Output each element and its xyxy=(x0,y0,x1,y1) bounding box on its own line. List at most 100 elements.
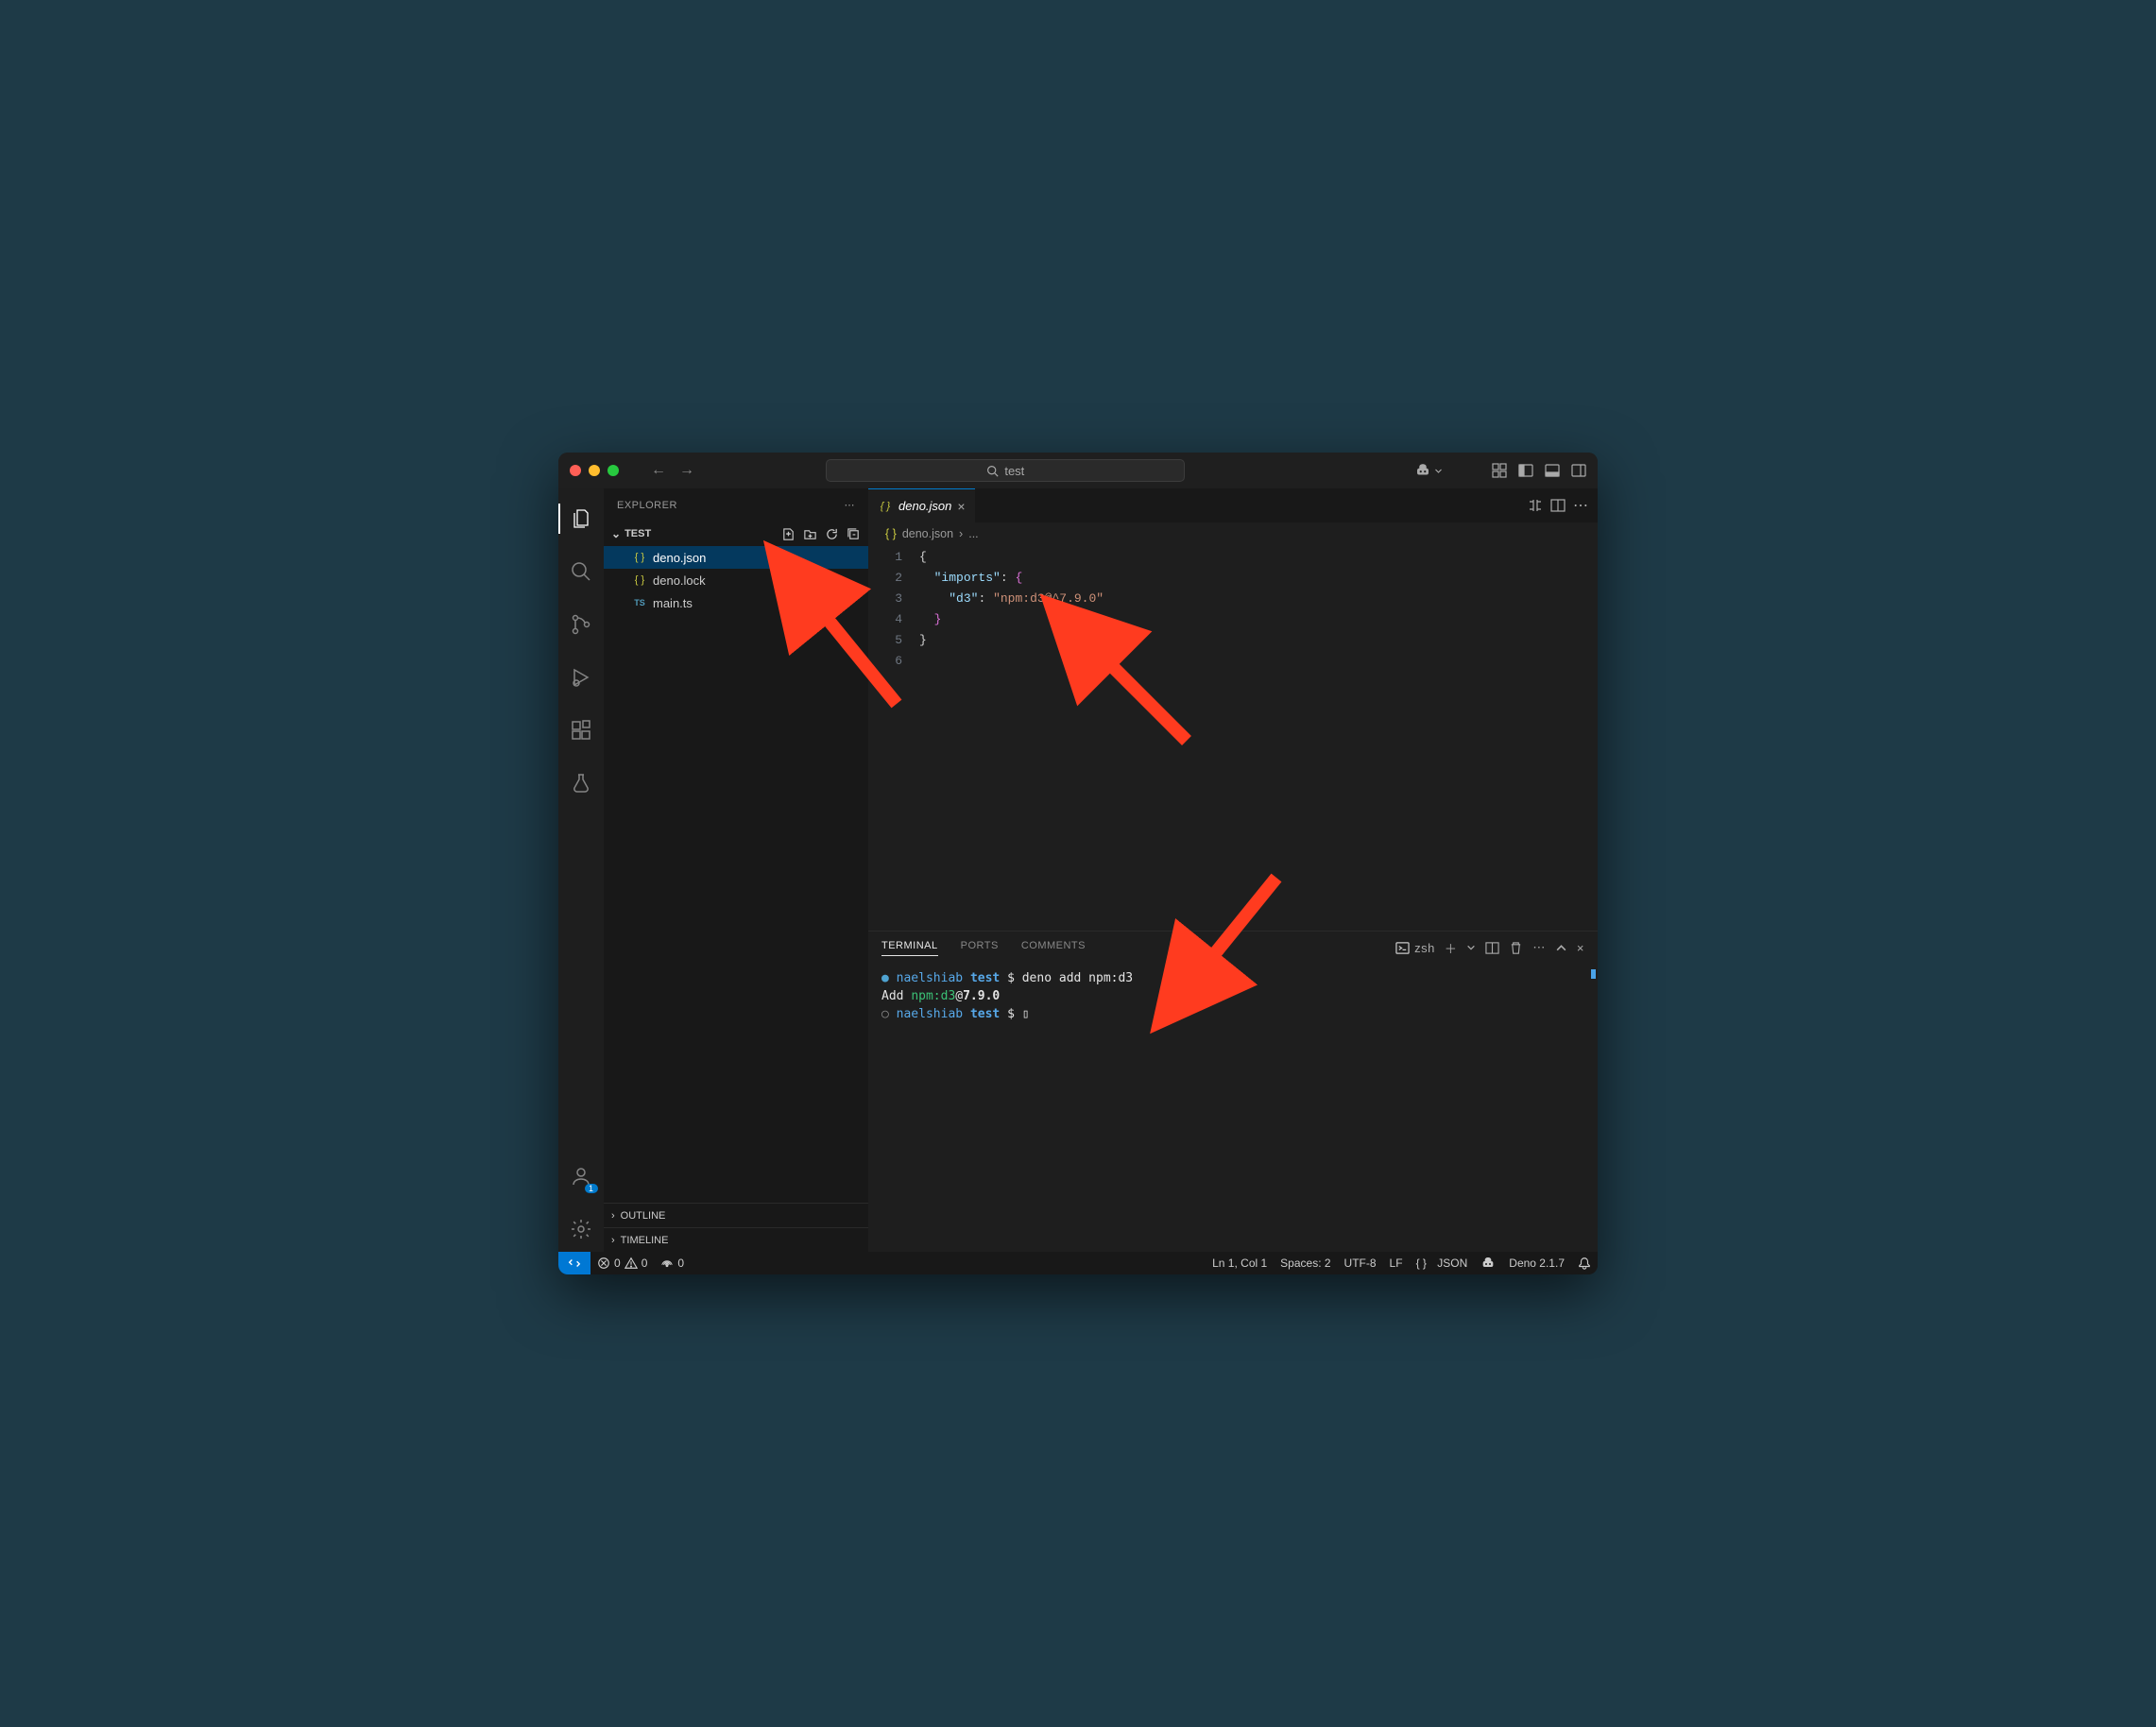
vscode-window: ← → test xyxy=(558,453,1598,1274)
nav-forward-button[interactable]: → xyxy=(674,460,700,481)
notifications-icon[interactable] xyxy=(1571,1257,1598,1270)
activity-bar: 1 xyxy=(558,488,604,1252)
activity-accounts[interactable]: 1 xyxy=(558,1154,604,1199)
layout-panel-bottom-icon[interactable] xyxy=(1545,463,1560,478)
ports-status[interactable]: 0 xyxy=(654,1257,691,1270)
file-list: { } deno.json { } deno.lock TSmain.ts xyxy=(604,546,868,614)
search-icon xyxy=(986,465,999,477)
titlebar: ← → test xyxy=(558,453,1598,488)
chevron-down-icon: ⌄ xyxy=(611,527,621,540)
activity-extensions[interactable] xyxy=(558,708,604,753)
minimap[interactable] xyxy=(1543,547,1598,931)
refresh-icon[interactable] xyxy=(823,525,841,543)
explorer-header: EXPLORER ⋯ xyxy=(604,488,868,522)
search-text: test xyxy=(1004,464,1024,478)
timeline-label: TIMELINE xyxy=(621,1235,669,1246)
folder-name: TEST xyxy=(625,528,651,539)
activity-source-control[interactable] xyxy=(558,602,604,647)
titlebar-actions xyxy=(1414,462,1586,479)
explorer-sidebar: EXPLORER ⋯ ⌄ TEST { } deno.json { } deno.lo… xyxy=(604,488,868,1252)
file-name: main.ts xyxy=(653,596,693,610)
more-actions-icon[interactable]: ⋯ xyxy=(1573,496,1588,515)
copilot-status-icon[interactable] xyxy=(1474,1256,1502,1271)
activity-settings[interactable] xyxy=(558,1206,604,1252)
activity-testing[interactable] xyxy=(558,761,604,806)
activity-run-debug[interactable] xyxy=(558,655,604,700)
problems-status[interactable]: 0 0 xyxy=(590,1257,654,1270)
terminal-scrollbar[interactable] xyxy=(1591,969,1596,979)
new-file-icon[interactable] xyxy=(779,525,797,543)
outline-label: OUTLINE xyxy=(621,1210,666,1222)
breadcrumb-sep: › xyxy=(959,527,963,540)
json-file-icon: { } xyxy=(632,550,647,565)
chevron-right-icon: › xyxy=(611,1210,615,1222)
kill-terminal-icon[interactable] xyxy=(1509,941,1523,955)
editor-area: { } deno.json × ⋯ { } deno.json › ... 12… xyxy=(868,488,1598,1252)
errors-count: 0 xyxy=(614,1257,621,1270)
layout-sidebar-right-icon[interactable] xyxy=(1571,463,1586,478)
folder-actions xyxy=(779,525,863,543)
panel-close-icon[interactable]: × xyxy=(1577,941,1584,955)
panel-actions: zsh ＋ ⋯ × xyxy=(1395,939,1584,957)
file-name: deno.lock xyxy=(653,573,706,588)
activity-search[interactable] xyxy=(558,549,604,594)
json-file-icon: { } xyxy=(885,527,897,540)
chevron-right-icon: › xyxy=(611,1235,615,1246)
close-tab-icon[interactable]: × xyxy=(957,499,965,514)
code-editor[interactable]: 123456 { "imports": { "d3": "npm:d3@^7.9… xyxy=(868,545,1598,931)
minimize-window-button[interactable] xyxy=(589,465,600,476)
collapse-all-icon[interactable] xyxy=(845,525,863,543)
terminal-content[interactable]: ● naelshiab test $ deno add npm:d3Add np… xyxy=(868,964,1598,1252)
split-editor-icon[interactable] xyxy=(1550,498,1566,513)
file-name: deno.json xyxy=(653,551,706,565)
line-gutter: 123456 xyxy=(868,547,919,931)
layout-grid-icon[interactable] xyxy=(1492,463,1507,478)
cursor-position[interactable]: Ln 1, Col 1 xyxy=(1206,1257,1274,1270)
maximize-window-button[interactable] xyxy=(607,465,619,476)
file-row[interactable]: TSmain.ts xyxy=(604,591,868,614)
panel-tab-terminal[interactable]: TERMINAL xyxy=(881,940,938,956)
terminal-dropdown-icon[interactable] xyxy=(1466,943,1476,952)
language-mode[interactable]: { } JSON xyxy=(1410,1257,1475,1270)
json-file-icon: { } xyxy=(878,499,893,514)
layout-sidebar-left-icon[interactable] xyxy=(1518,463,1533,478)
tab-actions: ⋯ xyxy=(1518,488,1598,522)
panel: TERMINAL PORTS COMMENTS zsh ＋ ⋯ xyxy=(868,931,1598,1252)
indentation[interactable]: Spaces: 2 xyxy=(1274,1257,1337,1270)
nav-back-button[interactable]: ← xyxy=(645,460,672,481)
explorer-more-icon[interactable]: ⋯ xyxy=(845,499,856,511)
new-terminal-icon[interactable]: ＋ xyxy=(1445,939,1458,957)
split-terminal-icon[interactable] xyxy=(1485,941,1499,955)
activity-explorer[interactable] xyxy=(558,496,604,541)
file-row[interactable]: { } deno.lock xyxy=(604,569,868,591)
breadcrumb-file: deno.json xyxy=(902,527,953,540)
status-right: Ln 1, Col 1 Spaces: 2 UTF-8 LF { } JSON … xyxy=(1206,1252,1598,1274)
json-file-icon: { } xyxy=(632,573,647,588)
close-window-button[interactable] xyxy=(570,465,581,476)
outline-section[interactable]: › OUTLINE xyxy=(604,1203,868,1227)
editor-tab[interactable]: { } deno.json × xyxy=(868,488,975,522)
shell-label: zsh xyxy=(1414,941,1435,955)
file-row[interactable]: { } deno.json xyxy=(604,546,868,569)
panel-maximize-icon[interactable] xyxy=(1555,942,1567,954)
tab-label: deno.json xyxy=(898,499,951,513)
eol[interactable]: LF xyxy=(1383,1257,1410,1270)
compare-icon[interactable] xyxy=(1528,498,1543,513)
panel-tab-ports[interactable]: PORTS xyxy=(961,940,999,955)
command-center[interactable]: test xyxy=(826,459,1185,482)
code-content[interactable]: { "imports": { "d3": "npm:d3@^7.9.0" }} xyxy=(919,547,1543,931)
terminal-shell-icon[interactable]: zsh xyxy=(1395,941,1435,955)
folder-header[interactable]: ⌄ TEST xyxy=(604,522,868,546)
breadcrumb[interactable]: { } deno.json › ... xyxy=(868,522,1598,545)
timeline-section[interactable]: › TIMELINE xyxy=(604,1227,868,1252)
ports-count: 0 xyxy=(677,1257,684,1270)
runtime-status[interactable]: Deno 2.1.7 xyxy=(1502,1257,1571,1270)
remote-button[interactable] xyxy=(558,1252,590,1274)
copilot-button[interactable] xyxy=(1414,462,1443,479)
new-folder-icon[interactable] xyxy=(801,525,819,543)
accounts-badge: 1 xyxy=(585,1184,598,1193)
nav-arrows: ← → xyxy=(645,460,700,481)
encoding[interactable]: UTF-8 xyxy=(1338,1257,1383,1270)
panel-more-icon[interactable]: ⋯ xyxy=(1532,940,1546,955)
panel-tab-comments[interactable]: COMMENTS xyxy=(1021,940,1086,955)
